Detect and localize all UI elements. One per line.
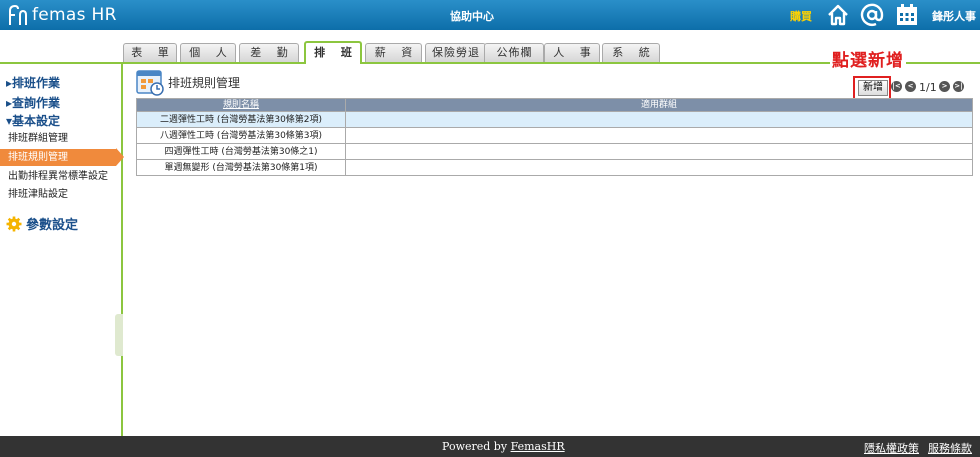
logo-text: femas HR — [32, 5, 117, 25]
table-row[interactable]: 八週彈性工時 (台灣勞基法第30條第3項) — [136, 127, 973, 144]
powered-by-text: Powered by — [442, 440, 511, 453]
groups-cell — [345, 143, 973, 160]
tab-attendance[interactable]: 差 勤 — [239, 43, 299, 62]
tab-bulletin[interactable]: 公佈欄 — [484, 43, 544, 62]
column-header-rule-name[interactable]: 規則名稱 — [136, 98, 346, 112]
active-item-pointer — [116, 148, 124, 166]
last-page-icon[interactable]: >| — [953, 81, 964, 92]
groups-cell — [345, 159, 973, 176]
param-settings-label: 參數設定 — [26, 218, 79, 233]
rule-name-cell[interactable]: 二週彈性工時 (台灣勞基法第30條第2項) — [136, 111, 346, 128]
prev-page-icon[interactable]: < — [905, 81, 916, 92]
footer: Powered by FemasHR 隱私權政策 服務條款 — [0, 436, 980, 457]
tab-payroll[interactable]: 薪 資 — [365, 43, 422, 62]
sidebar-collapse-handle[interactable] — [115, 314, 123, 356]
sidebar-item-rule-management[interactable]: 排班規則管理 — [0, 149, 116, 166]
main-content: 排班規則管理 新增 |< < 1/1 > >| 規則名稱 適用群組 二週彈性工時… — [124, 64, 980, 436]
logo[interactable]: femas HR — [6, 3, 117, 27]
sidebar-param-settings[interactable]: 參數設定 — [6, 214, 78, 233]
user-name[interactable]: 鋒彤人事 — [932, 8, 976, 24]
calendar-icon[interactable] — [895, 3, 919, 27]
tab-personal[interactable]: 個 人 — [180, 43, 236, 62]
rule-name-cell[interactable]: 八週彈性工時 (台灣勞基法第30條第3項) — [136, 127, 346, 144]
sidebar-item-group-management[interactable]: 排班群組管理 — [0, 130, 121, 147]
rule-name-cell[interactable]: 四週彈性工時 (台灣勞基法第30條之1) — [136, 143, 346, 160]
gear-icon — [6, 216, 22, 231]
page-title: 排班規則管理 — [168, 76, 241, 90]
tab-forms[interactable]: 表 單 — [123, 43, 177, 62]
sidebar-item-anomaly-standard[interactable]: 出勤排程異常標準設定 — [0, 168, 121, 185]
logo-house-icon — [9, 4, 27, 25]
add-button[interactable]: 新增 — [858, 80, 888, 96]
sidebar: ▸排班作業 ▸查詢作業 ▾基本設定 排班群組管理 排班規則管理 出勤排程異常標準… — [0, 64, 123, 436]
tab-hr[interactable]: 人 事 — [544, 43, 600, 62]
rule-name-cell[interactable]: 單週無變形 (台灣勞基法第30條第1項) — [136, 159, 346, 176]
buy-link[interactable]: 購買 — [790, 8, 812, 24]
table-row[interactable]: 四週彈性工時 (台灣勞基法第30條之1) — [136, 143, 973, 160]
sidebar-group-scheduling-ops[interactable]: ▸排班作業 — [6, 74, 60, 91]
groups-cell — [345, 127, 973, 144]
table-row[interactable]: 單週無變形 (台灣勞基法第30條第1項) — [136, 159, 973, 176]
sidebar-group-basic-settings[interactable]: ▾基本設定 — [6, 112, 60, 129]
terms-of-service-link[interactable]: 服務條款 — [928, 440, 972, 456]
tab-insurance[interactable]: 保險勞退 — [425, 43, 486, 62]
home-icon[interactable] — [826, 3, 850, 27]
groups-cell — [345, 111, 973, 128]
schedule-rules-icon — [136, 70, 164, 96]
at-icon[interactable] — [860, 3, 884, 27]
tab-system[interactable]: 系 統 — [602, 43, 660, 62]
first-page-icon[interactable]: |< — [891, 81, 902, 92]
powered-by: Powered by FemasHR — [442, 440, 565, 453]
privacy-policy-link[interactable]: 隱私權政策 — [864, 440, 919, 456]
sidebar-item-allowance[interactable]: 排班津貼設定 — [0, 186, 121, 203]
table-row[interactable]: 二週彈性工時 (台灣勞基法第30條第2項) — [136, 111, 973, 128]
top-bar: femas HR 協助中心 購買 鋒彤人事 — [0, 0, 980, 30]
femashr-link[interactable]: FemasHR — [511, 440, 565, 453]
rules-table: 規則名稱 適用群組 二週彈性工時 (台灣勞基法第30條第2項) 八週彈性工時 (… — [136, 98, 973, 176]
sidebar-group-query-ops[interactable]: ▸查詢作業 — [6, 94, 60, 111]
help-center-link[interactable]: 協助中心 — [450, 8, 494, 24]
next-page-icon[interactable]: > — [939, 81, 950, 92]
tab-scheduling[interactable]: 排 班 — [304, 41, 362, 64]
column-header-groups: 適用群組 — [345, 98, 973, 112]
pager-count: 1/1 — [919, 81, 937, 94]
table-header-row: 規則名稱 適用群組 — [136, 98, 973, 112]
